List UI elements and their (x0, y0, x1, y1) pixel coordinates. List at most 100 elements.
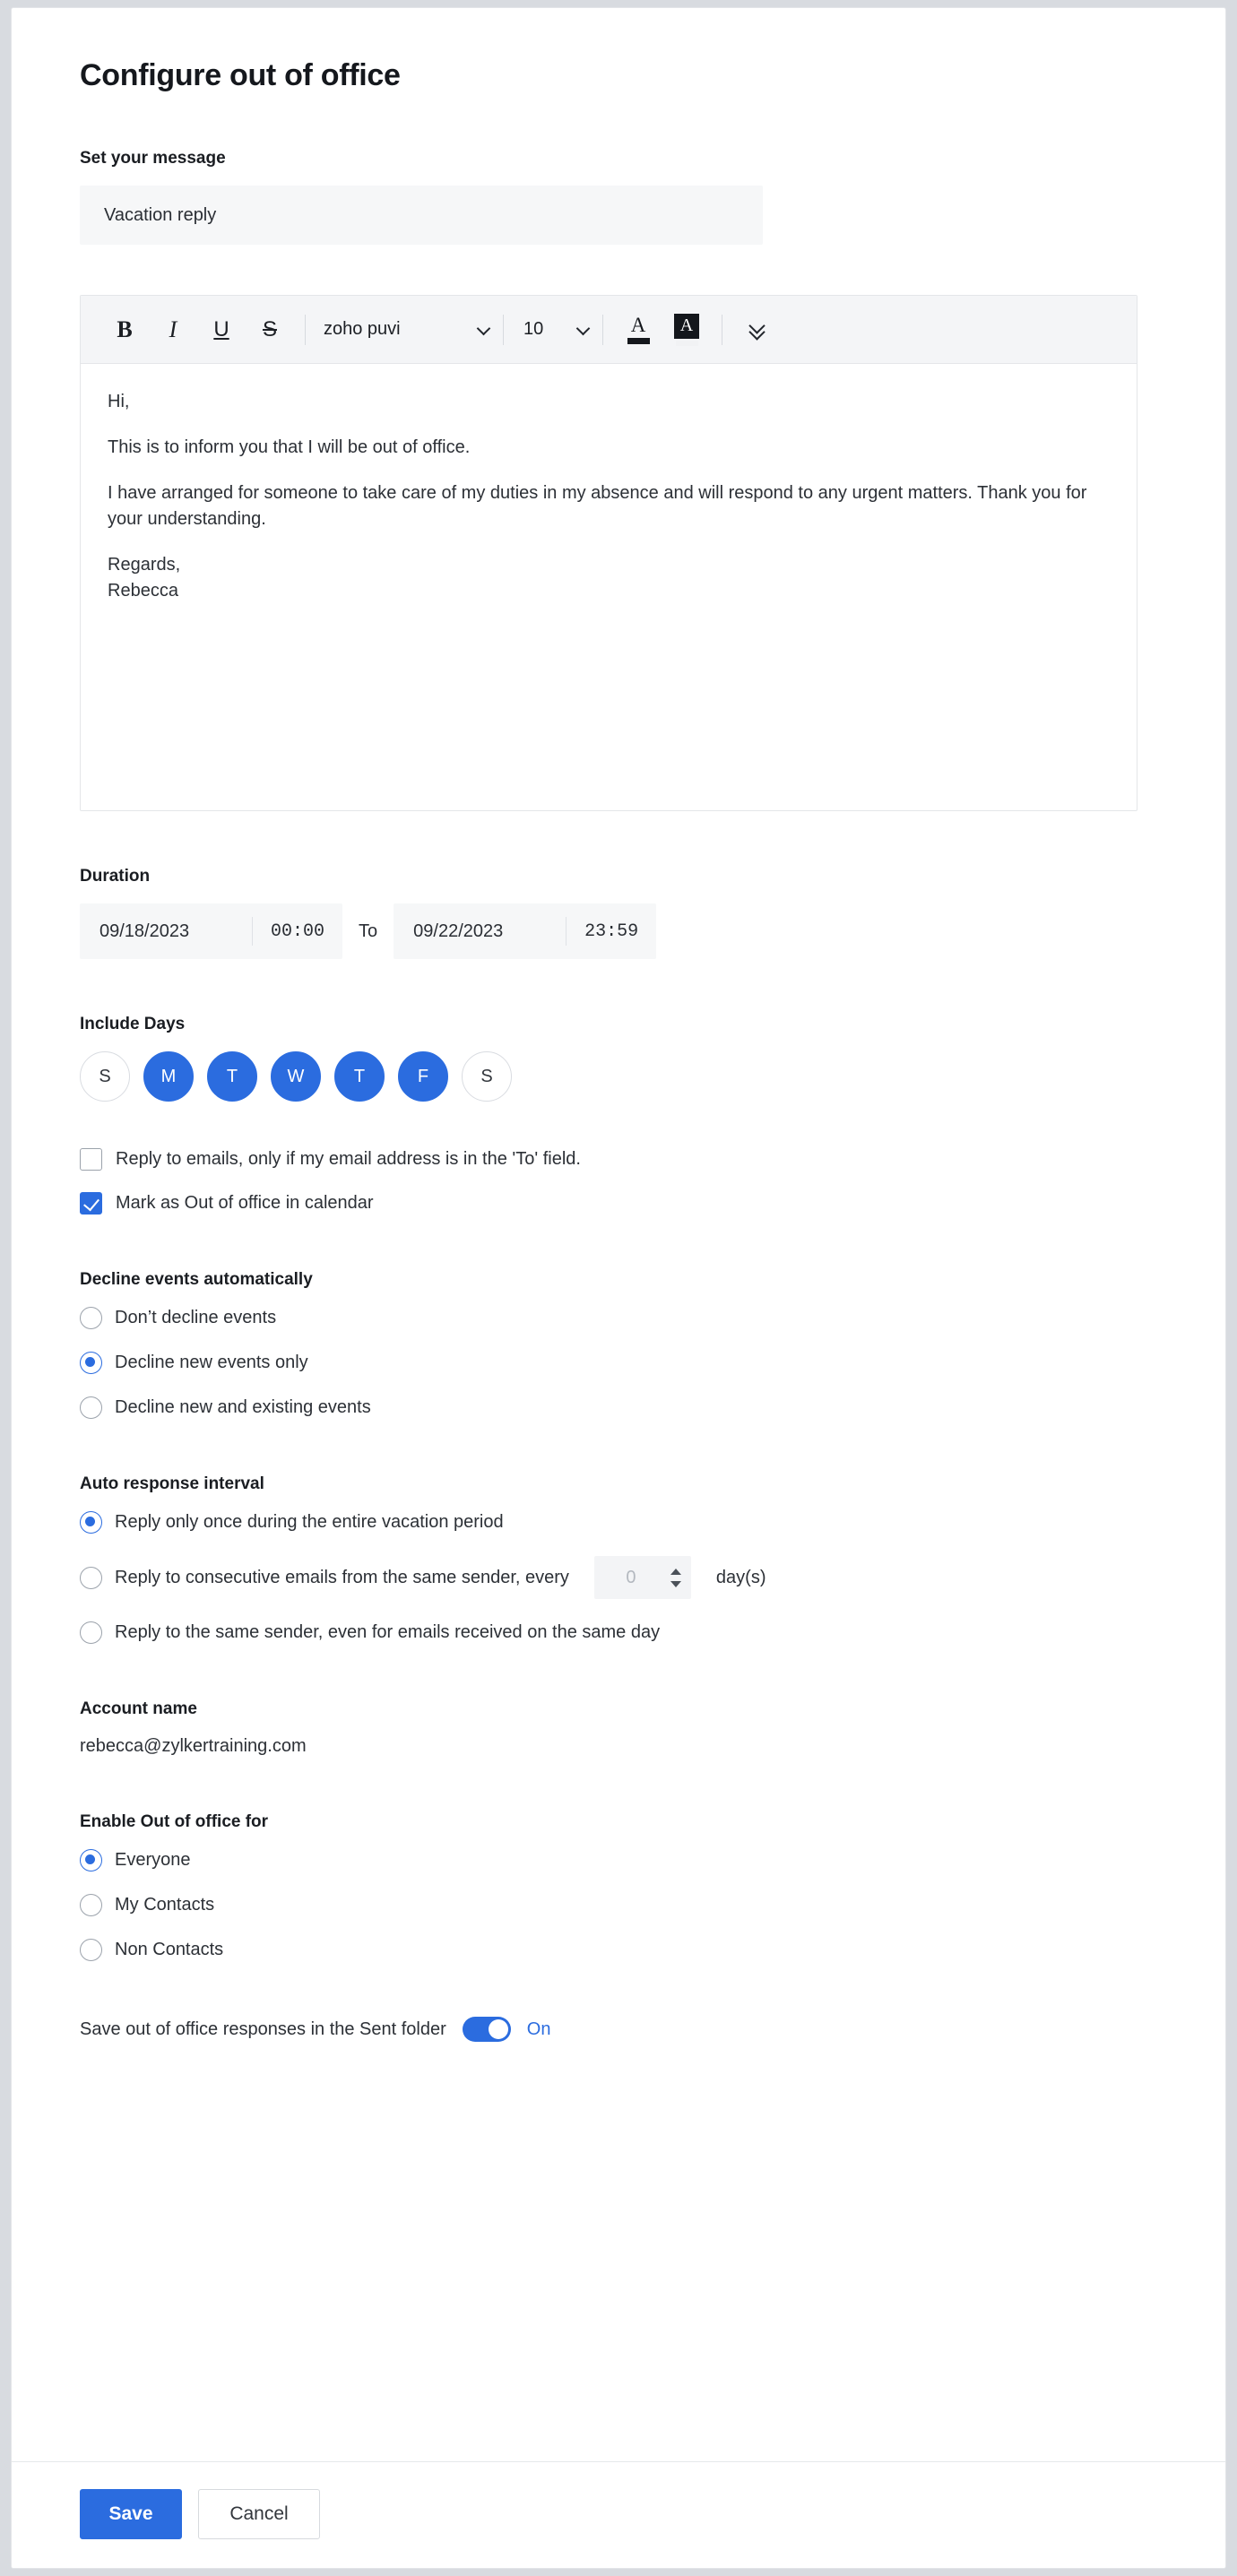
day-toggle-1[interactable]: M (143, 1051, 194, 1102)
font-size-select[interactable]: 10 (515, 319, 592, 340)
day-letter: W (287, 1066, 305, 1086)
body-sender: Rebecca (108, 581, 178, 601)
auto-response-option-2-label-before: Reply to consecutive emails from the sam… (115, 1567, 569, 1587)
day-toggle-3[interactable]: W (271, 1051, 321, 1102)
save-sent-toggle[interactable] (462, 2017, 511, 2042)
duration-to-group: 09/22/2023 23:59 (394, 903, 657, 959)
decline-option-label: Don’t decline events (115, 1308, 277, 1327)
enable-option-label: Non Contacts (115, 1940, 224, 1959)
duration-separator: To (359, 921, 378, 941)
checkbox-label: Mark as Out of office in calendar (116, 1193, 374, 1213)
auto-response-option-2[interactable]: Reply to consecutive emails from the sam… (80, 1556, 1157, 1599)
checkbox-row-1[interactable]: Mark as Out of office in calendar (80, 1192, 1157, 1215)
enable-option-label: My Contacts (115, 1895, 215, 1915)
save-sent-row: Save out of office responses in the Sent… (80, 2017, 1157, 2042)
account-section: Account name rebecca@zylkertraining.com (80, 1699, 1157, 1757)
highlight-glyph: A (674, 313, 699, 339)
auto-response-option-3[interactable]: Reply to the same sender, even for email… (80, 1621, 1157, 1644)
enable-for-label: Enable Out of office for (80, 1812, 269, 1831)
radio-indicator (80, 1352, 102, 1374)
decline-option-label: Decline new and existing events (115, 1397, 371, 1417)
decline-events-label: Decline events automatically (80, 1270, 313, 1289)
enable-option-2[interactable]: Non Contacts (80, 1939, 1157, 1961)
message-section: Set your message Vacation reply B I U S … (80, 149, 1157, 811)
auto-response-option-2-label-after: day(s) (715, 1567, 766, 1587)
days-stepper-value: 0 (626, 1567, 636, 1587)
to-date-input[interactable]: 09/22/2023 (394, 903, 566, 959)
day-toggle-6[interactable]: S (462, 1051, 512, 1102)
from-date-input[interactable]: 09/18/2023 (80, 903, 252, 959)
font-family-select[interactable]: zoho puvi (316, 319, 492, 340)
subject-input[interactable]: Vacation reply (80, 186, 763, 245)
account-name-value: rebecca@zylkertraining.com (80, 1736, 307, 1756)
day-toggle-2[interactable]: T (207, 1051, 257, 1102)
strikethrough-icon[interactable]: S (246, 306, 294, 354)
day-toggle-4[interactable]: T (334, 1051, 385, 1102)
enable-for-radios: Everyone My Contacts Non Contacts (80, 1849, 1157, 1961)
auto-response-option-3-label: Reply to the same sender, even for email… (115, 1622, 661, 1642)
to-time-input[interactable]: 23:59 (567, 903, 656, 959)
highlight-color-swatch (675, 340, 698, 346)
auto-response-label: Auto response interval (80, 1474, 264, 1493)
highlight-color-icon[interactable]: A (662, 306, 711, 354)
body-sign-off: Regards, (108, 555, 181, 575)
checkbox-indicator (80, 1192, 102, 1215)
enable-option-label: Everyone (115, 1850, 191, 1870)
chevron-down-icon (478, 323, 492, 337)
body-greeting: Hi, (108, 392, 130, 411)
save-sent-label: Save out of office responses in the Sent… (80, 2018, 446, 2039)
day-letter: T (353, 1066, 366, 1086)
stepper-down-icon[interactable] (670, 1580, 681, 1587)
radio-indicator (80, 1939, 102, 1961)
checkbox-row-0[interactable]: Reply to emails, only if my email addres… (80, 1148, 1157, 1171)
account-name-label: Account name (80, 1699, 197, 1718)
decline-option-2[interactable]: Decline new and existing events (80, 1396, 1157, 1419)
text-color-swatch (627, 338, 650, 344)
duration-section: Duration 09/18/2023 00:00 To 09/22/2023 … (80, 867, 1157, 959)
day-toggle-0[interactable]: S (80, 1051, 130, 1102)
decline-option-1[interactable]: Decline new events only (80, 1352, 1157, 1374)
font-family-value: zoho puvi (324, 319, 401, 339)
radio-indicator (80, 1307, 102, 1329)
body-signature: Regards, Rebecca (108, 552, 1110, 604)
days-stepper[interactable]: 0 (593, 1556, 691, 1599)
out-of-office-card: Configure out of office Set your message… (11, 7, 1226, 2569)
cancel-button[interactable]: Cancel (198, 2489, 320, 2539)
decline-option-0[interactable]: Don’t decline events (80, 1307, 1157, 1329)
underline-icon[interactable]: U (197, 306, 246, 354)
auto-response-option-1[interactable]: Reply only once during the entire vacati… (80, 1511, 1157, 1534)
from-time-input[interactable]: 00:00 (253, 903, 342, 959)
days-row: SMTWTFS (80, 1051, 1157, 1102)
radio-indicator (80, 1511, 102, 1534)
enable-option-1[interactable]: My Contacts (80, 1894, 1157, 1916)
footer-actions: Save Cancel (12, 2461, 1225, 2568)
checkbox-indicator (80, 1148, 102, 1171)
checkbox-options: Reply to emails, only if my email addres… (80, 1148, 1157, 1215)
save-button[interactable]: Save (80, 2489, 182, 2539)
day-letter: S (480, 1066, 493, 1086)
enable-option-0[interactable]: Everyone (80, 1849, 1157, 1871)
more-options-chevron-icon[interactable] (733, 306, 782, 354)
checkbox-label: Reply to emails, only if my email addres… (116, 1149, 581, 1169)
decline-option-label: Decline new events only (115, 1353, 308, 1372)
text-color-icon[interactable]: A (614, 306, 662, 354)
stepper-arrows (668, 1568, 691, 1587)
radio-indicator (80, 1849, 102, 1871)
duration-row: 09/18/2023 00:00 To 09/22/2023 23:59 (80, 903, 1157, 959)
editor-toolbar: B I U S zoho puvi 10 A A (81, 296, 1137, 364)
radio-indicator (80, 1566, 102, 1589)
bottom-spacer (80, 2042, 1157, 2230)
duration-label: Duration (80, 867, 151, 886)
toolbar-divider-3 (602, 314, 603, 345)
include-days-section: Include Days S M T W T F S (80, 1015, 1157, 1102)
day-letter: M (160, 1066, 177, 1086)
set-message-label: Set your message (80, 149, 226, 168)
stepper-up-icon[interactable] (670, 1568, 681, 1575)
bold-icon[interactable]: B (100, 306, 149, 354)
save-sent-state: On (526, 2018, 551, 2039)
toolbar-divider-1 (305, 314, 306, 345)
day-letter: F (417, 1066, 429, 1086)
editor-body[interactable]: Hi, This is to inform you that I will be… (81, 364, 1137, 810)
day-toggle-5[interactable]: F (398, 1051, 448, 1102)
italic-icon[interactable]: I (149, 306, 197, 354)
